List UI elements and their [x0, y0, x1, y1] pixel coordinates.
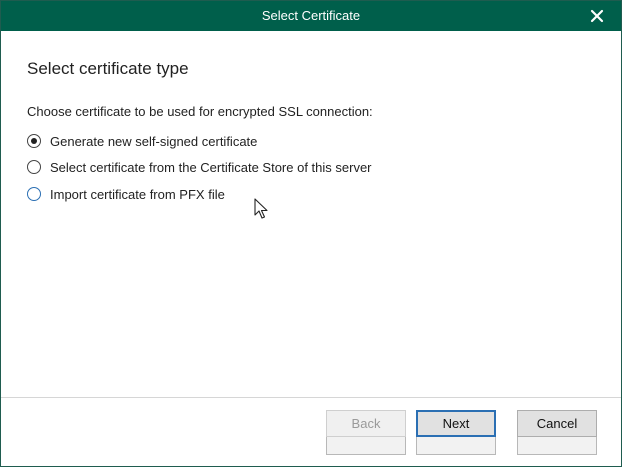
radio-button-checked[interactable] [27, 134, 41, 148]
radio-select-from-store[interactable]: Select certificate from the Certificate … [27, 158, 372, 176]
instruction-text: Choose certificate to be used for encryp… [27, 104, 373, 119]
ghost-button-artifact [517, 435, 597, 455]
ghost-button-artifact [326, 435, 406, 455]
mouse-pointer-icon [254, 198, 268, 219]
radio-import-pfx[interactable]: Import certificate from PFX file [27, 185, 225, 203]
close-icon [590, 9, 604, 23]
next-button[interactable]: Next [416, 410, 496, 437]
radio-button[interactable] [27, 187, 41, 201]
radio-generate-self-signed[interactable]: Generate new self-signed certificate [27, 132, 257, 150]
radio-button[interactable] [27, 160, 41, 174]
section-heading: Select certificate type [27, 59, 189, 78]
title-bar: Select Certificate [1, 1, 621, 31]
radio-label: Generate new self-signed certificate [50, 133, 258, 149]
ghost-button-artifact [416, 435, 496, 455]
cancel-button[interactable]: Cancel [517, 410, 597, 437]
select-certificate-dialog: Select Certificate Select certificate ty… [0, 0, 622, 467]
close-button[interactable] [587, 6, 607, 26]
window-title: Select Certificate [261, 8, 361, 23]
radio-label: Import certificate from PFX file [50, 186, 225, 202]
radio-label: Select certificate from the Certificate … [50, 159, 372, 175]
back-button[interactable]: Back [326, 410, 406, 437]
